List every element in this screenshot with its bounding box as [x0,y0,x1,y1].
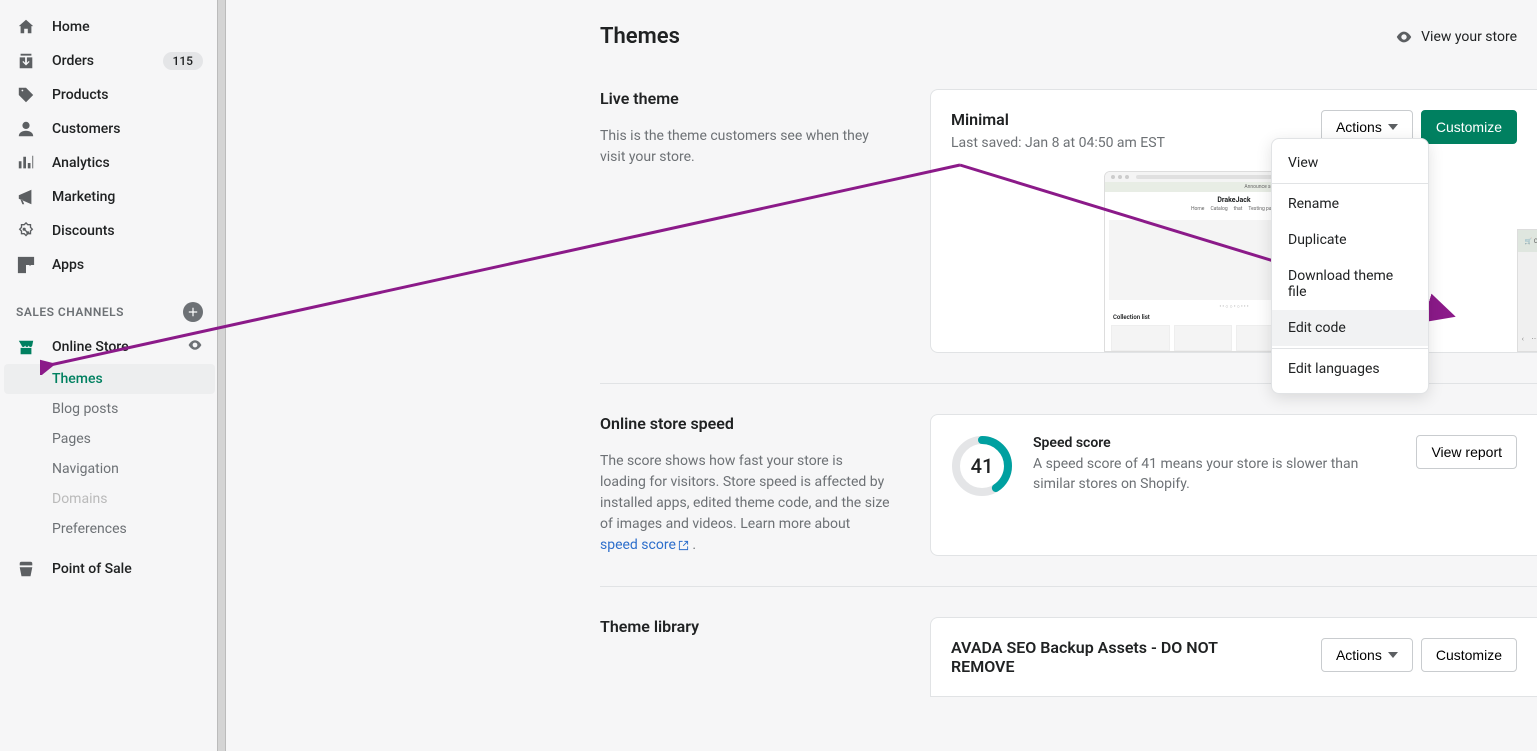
view-store-link[interactable]: View your store [1395,28,1517,46]
theme-preview: Announce something here Login or Create … [951,171,1517,352]
speed-score-value: 41 [951,435,1013,497]
orders-icon [16,51,36,71]
speed-card: 41 Speed score A speed score of 41 means… [930,414,1537,556]
theme-name: Minimal [951,110,1165,129]
nav-label: Marketing [52,189,115,205]
sales-channels-label: SALES CHANNELS [0,294,219,330]
nav-label: Orders [52,53,94,69]
nav-marketing[interactable]: Marketing [0,180,219,214]
chevron-down-icon [1388,652,1398,658]
dropdown-download[interactable]: Download theme file [1272,258,1428,310]
add-channel-button[interactable] [183,302,203,322]
chevron-down-icon [1388,124,1398,130]
nav-label: Point of Sale [52,561,132,577]
nav-label: Online Store [52,339,129,355]
view-report-button[interactable]: View report [1416,435,1517,469]
library-actions-button[interactable]: Actions [1321,638,1413,672]
speed-desc: The score shows how fast your store is l… [600,451,890,556]
nav-home[interactable]: Home [0,10,219,44]
page-title: Themes [600,24,680,49]
eye-icon [1395,28,1413,46]
subnav-themes[interactable]: Themes [4,364,215,394]
view-store-icon[interactable] [187,337,203,357]
speed-score-label: Speed score [1033,435,1396,451]
nav-apps[interactable]: Apps [0,248,219,282]
analytics-icon [16,153,36,173]
library-customize-button[interactable]: Customize [1421,638,1517,672]
home-icon [16,17,36,37]
speed-score-link[interactable]: speed score [600,535,689,556]
store-icon [16,337,36,357]
main-content: Themes View your store Live theme This i… [220,0,1537,751]
nav-analytics[interactable]: Analytics [0,146,219,180]
library-theme-name: AVADA SEO Backup Assets - DO NOT REMOVE [951,638,1251,676]
live-theme-desc: This is the theme customers see when the… [600,126,890,168]
online-store-subnav: Themes Blog posts Pages Navigation Domai… [0,364,219,544]
subnav-blog-posts[interactable]: Blog posts [0,394,219,424]
library-heading: Theme library [600,617,890,636]
actions-dropdown: View Rename Duplicate Download theme fil… [1271,138,1429,394]
pos-icon [16,559,36,579]
speed-ring: 41 [951,435,1013,497]
nav-label: Analytics [52,155,110,171]
nav-products[interactable]: Products [0,78,219,112]
dropdown-edit-languages[interactable]: Edit languages [1272,351,1428,387]
nav-label: Products [52,87,109,103]
nav-label: Discounts [52,223,115,239]
dropdown-duplicate[interactable]: Duplicate [1272,222,1428,258]
sidebar: Home Orders 115 Products Customers Analy… [0,0,220,751]
speed-heading: Online store speed [600,414,890,433]
nav-online-store[interactable]: Online Store [0,330,219,364]
live-theme-card: Minimal Last saved: Jan 8 at 04:50 am ES… [930,89,1537,353]
nav-label: Customers [52,121,120,137]
subnav-pages[interactable]: Pages [0,424,219,454]
nav-orders[interactable]: Orders 115 [0,44,219,78]
marketing-icon [16,187,36,207]
live-theme-heading: Live theme [600,89,890,108]
discounts-icon [16,221,36,241]
products-icon [16,85,36,105]
speed-score-desc: A speed score of 41 means your store is … [1033,455,1396,494]
nav-customers[interactable]: Customers [0,112,219,146]
orders-badge: 115 [163,52,203,70]
last-saved: Last saved: Jan 8 at 04:50 am EST [951,135,1165,151]
external-link-icon [678,540,689,551]
nav-discounts[interactable]: Discounts [0,214,219,248]
subnav-navigation[interactable]: Navigation [0,454,219,484]
dropdown-view[interactable]: View [1272,145,1428,181]
apps-icon [16,255,36,275]
customize-button[interactable]: Customize [1421,110,1517,144]
subnav-domains[interactable]: Domains [0,484,219,514]
nav-label: Apps [52,257,84,273]
nav-point-of-sale[interactable]: Point of Sale [0,552,219,586]
nav-label: Home [52,19,90,35]
subnav-preferences[interactable]: Preferences [0,514,219,544]
library-card: AVADA SEO Backup Assets - DO NOT REMOVE … [930,617,1537,697]
customers-icon [16,119,36,139]
dropdown-rename[interactable]: Rename [1272,186,1428,222]
dropdown-edit-code[interactable]: Edit code [1272,310,1428,346]
